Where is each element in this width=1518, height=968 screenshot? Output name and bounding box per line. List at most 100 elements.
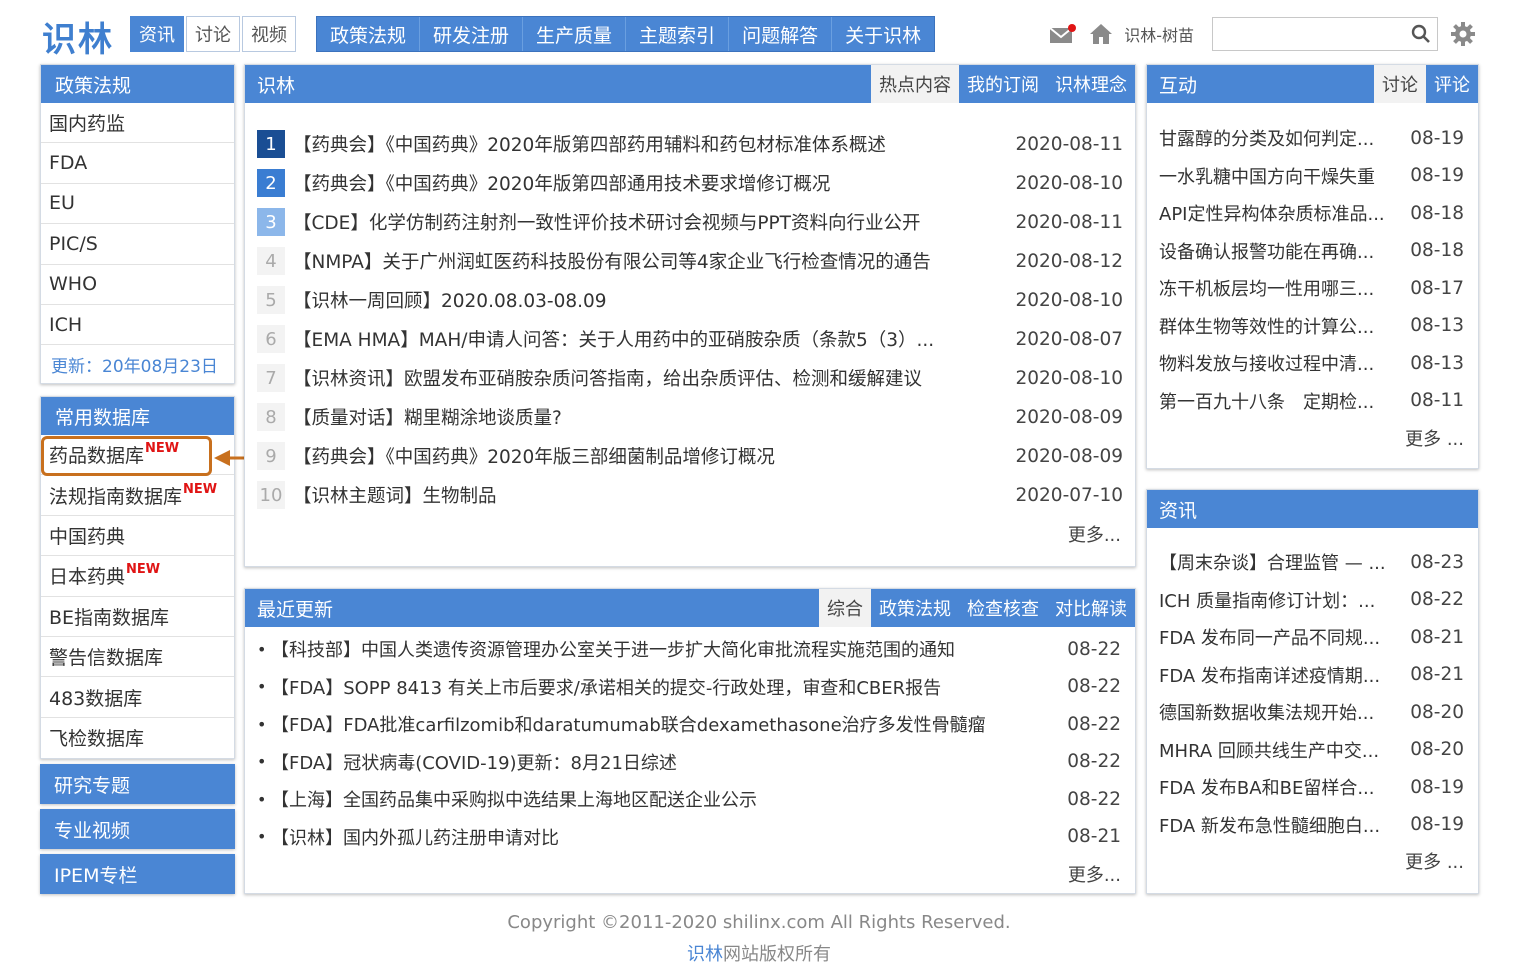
- news-more-link[interactable]: 更多...: [1068, 521, 1121, 547]
- tab-comparison[interactable]: 对比解读: [1047, 589, 1135, 627]
- update-item[interactable]: • 【上海】全国药品集中采购拟中选结果上海地区配送企业公示 08-22: [257, 784, 1121, 814]
- news-item[interactable]: 4 【NMPA】关于广州润虹医药科技股份有限公司等4家企业飞行检查情况的通告 2…: [257, 246, 1123, 276]
- mail-icon[interactable]: [1048, 19, 1078, 49]
- news-title[interactable]: 【药典会】《中国药典》2020年版第四部通用技术要求增修订概况: [293, 170, 1011, 196]
- interaction-title[interactable]: API定性异构体杂质标准品...: [1159, 200, 1406, 226]
- interaction-item[interactable]: 冻干机板层均一性用哪三... 08-17: [1159, 273, 1464, 303]
- tab-subscription[interactable]: 我的订阅: [959, 65, 1047, 103]
- info-item[interactable]: 德国新数据收集法规开始... 08-20: [1159, 697, 1464, 727]
- news-title[interactable]: 【NMPA】关于广州润虹医药科技股份有限公司等4家企业飞行检查情况的通告: [293, 248, 1011, 274]
- interaction-title[interactable]: 冻干机板层均一性用哪三...: [1159, 275, 1406, 301]
- update-item[interactable]: • 【FDA】SOPP 8413 有关上市后要求/承诺相关的提交-行政处理，审查…: [257, 672, 1121, 702]
- sidebar-item-483-db[interactable]: 483数据库: [41, 677, 234, 718]
- sidebar-item-be-db[interactable]: BE指南数据库: [41, 597, 234, 637]
- top-tab-discussion[interactable]: 讨论: [186, 16, 240, 52]
- news-title[interactable]: 【识林资讯】欧盟发布亚硝胺杂质问答指南，给出杂质评估、检测和缓解建议: [293, 365, 1011, 391]
- update-item[interactable]: • 【识林】国内外孤儿药注册申请对比 08-21: [257, 822, 1121, 852]
- info-item[interactable]: 【周末杂谈】合理监管 — ... 08-23: [1159, 547, 1464, 577]
- tab-philosophy[interactable]: 识林理念: [1047, 65, 1135, 103]
- interaction-item[interactable]: 一水乳糖中国方向干燥失重 08-19: [1159, 161, 1464, 191]
- news-title[interactable]: 【药典会】《中国药典》2020年版三部细菌制品增修订概况: [293, 443, 1011, 469]
- interaction-item[interactable]: 设备确认报警功能在再确... 08-18: [1159, 236, 1464, 266]
- nav-rd-registration[interactable]: 研发注册: [420, 17, 524, 51]
- interaction-item[interactable]: 甘露醇的分类及如何判定... 08-19: [1159, 123, 1464, 153]
- top-tab-video[interactable]: 视频: [242, 16, 296, 52]
- sidebar-item-pics[interactable]: PIC/S: [41, 224, 234, 265]
- info-item[interactable]: FDA 发布指南详述疫情期... 08-21: [1159, 660, 1464, 690]
- news-item[interactable]: 8 【质量对话】糊里糊涂地谈质量? 2020-08-09: [257, 402, 1123, 432]
- sidebar-item-warning-letter-db[interactable]: 警告信数据库: [41, 637, 234, 678]
- news-title[interactable]: 【药典会】《中国药典》2020年版第四部药用辅料和药包材标准体系概述: [293, 131, 1011, 157]
- update-title[interactable]: 【FDA】SOPP 8413 有关上市后要求/承诺相关的提交-行政处理，审查和C…: [271, 674, 1059, 700]
- sidebar-item-guideline-db[interactable]: 法规指南数据库 NEW: [41, 475, 234, 516]
- info-title[interactable]: FDA 发布同一产品不同规...: [1159, 624, 1406, 650]
- nav-policy[interactable]: 政策法规: [317, 17, 421, 51]
- news-item[interactable]: 7 【识林资讯】欧盟发布亚硝胺杂质问答指南，给出杂质评估、检测和缓解建议 202…: [257, 363, 1123, 393]
- tab-discussion[interactable]: 讨论: [1374, 65, 1426, 103]
- tab-hot[interactable]: 热点内容: [871, 65, 959, 103]
- interaction-title[interactable]: 群体生物等效性的计算公...: [1159, 313, 1406, 339]
- tab-comment[interactable]: 评论: [1426, 65, 1478, 103]
- info-title[interactable]: MHRA 回顾共线生产中交...: [1159, 737, 1406, 763]
- sidebar-database-title[interactable]: 常用数据库: [41, 397, 234, 435]
- sidebar-item-inspection-db[interactable]: 飞检数据库: [41, 718, 234, 758]
- interaction-title[interactable]: 甘露醇的分类及如何判定...: [1159, 125, 1406, 151]
- info-title[interactable]: FDA 发布BA和BE留样合...: [1159, 774, 1406, 800]
- news-title[interactable]: 【质量对话】糊里糊涂地谈质量?: [293, 404, 1011, 430]
- info-item[interactable]: FDA 发布同一产品不同规... 08-21: [1159, 622, 1464, 652]
- info-title[interactable]: FDA 新发布急性髓细胞白...: [1159, 812, 1406, 838]
- interaction-item[interactable]: 物料发放与接收过程中清... 08-13: [1159, 348, 1464, 378]
- news-title[interactable]: 【CDE】化学仿制药注射剂一致性评价技术研讨会视频与PPT资料向行业公开: [293, 209, 1011, 235]
- home-icon[interactable]: [1086, 19, 1116, 49]
- update-item[interactable]: • 【科技部】中国人类遗传资源管理办公室关于进一步扩大简化审批流程实施范围的通知…: [257, 634, 1121, 664]
- interaction-title[interactable]: 一水乳糖中国方向干燥失重: [1159, 163, 1406, 189]
- info-title[interactable]: 德国新数据收集法规开始...: [1159, 699, 1406, 725]
- info-item[interactable]: FDA 新发布急性髓细胞白... 08-19: [1159, 810, 1464, 840]
- nav-qa[interactable]: 问题解答: [729, 17, 833, 51]
- info-item[interactable]: MHRA 回顾共线生产中交... 08-20: [1159, 735, 1464, 765]
- sidebar-policy-title[interactable]: 政策法规: [41, 65, 234, 103]
- nav-about[interactable]: 关于识林: [832, 17, 934, 51]
- tab-all[interactable]: 综合: [819, 589, 871, 627]
- sidebar-item-jp[interactable]: 日本药典 NEW: [41, 556, 234, 597]
- updates-more-link[interactable]: 更多...: [1068, 861, 1121, 887]
- footer-brand-link[interactable]: 识林: [687, 944, 723, 965]
- info-title[interactable]: FDA 发布指南详述疫情期...: [1159, 662, 1406, 688]
- news-item[interactable]: 6 【EMA HMA】MAH/申请人问答：关于人用药中的亚硝胺杂质（条款5（3）…: [257, 324, 1123, 354]
- interaction-item[interactable]: API定性异构体杂质标准品... 08-18: [1159, 198, 1464, 228]
- interaction-title[interactable]: 第一百九十八条 定期检...: [1159, 388, 1406, 414]
- sidebar-item-domestic[interactable]: 国内药监: [41, 103, 234, 144]
- site-logo[interactable]: 识林: [42, 12, 114, 61]
- info-title[interactable]: 【周末杂谈】合理监管 — ...: [1159, 549, 1406, 575]
- news-item[interactable]: 1 【药典会】《中国药典》2020年版第四部药用辅料和药包材标准体系概述 202…: [257, 129, 1123, 159]
- info-title[interactable]: ICH 质量指南修订计划：...: [1159, 587, 1406, 613]
- search-input[interactable]: [1213, 18, 1403, 50]
- info-more-link[interactable]: 更多 ...: [1405, 848, 1464, 874]
- sidebar-item-fda[interactable]: FDA: [41, 143, 234, 184]
- interaction-item[interactable]: 群体生物等效性的计算公... 08-13: [1159, 311, 1464, 341]
- sidebar-item-drug-db[interactable]: 药品数据库 NEW: [41, 435, 234, 476]
- sidebar-pro-video[interactable]: 专业视频: [40, 809, 235, 849]
- user-name-link[interactable]: 识林-树苗: [1124, 22, 1194, 46]
- news-item[interactable]: 10 【识林主题词】生物制品 2020-07-10: [257, 480, 1123, 510]
- update-title[interactable]: 【识林】国内外孤儿药注册申请对比: [271, 824, 1059, 850]
- news-item[interactable]: 3 【CDE】化学仿制药注射剂一致性评价技术研讨会视频与PPT资料向行业公开 2…: [257, 207, 1123, 237]
- update-title[interactable]: 【科技部】中国人类遗传资源管理办公室关于进一步扩大简化审批流程实施范围的通知: [271, 636, 1059, 662]
- gear-icon[interactable]: [1448, 19, 1478, 49]
- sidebar-item-chp[interactable]: 中国药典: [41, 516, 234, 557]
- info-item[interactable]: ICH 质量指南修订计划：... 08-22: [1159, 585, 1464, 615]
- top-tab-news[interactable]: 资讯: [130, 16, 184, 52]
- sidebar-research-topics[interactable]: 研究专题: [40, 764, 235, 804]
- sidebar-item-who[interactable]: WHO: [41, 265, 234, 305]
- news-title[interactable]: 【EMA HMA】MAH/申请人问答：关于人用药中的亚硝胺杂质（条款5（3）..…: [293, 326, 1011, 352]
- update-item[interactable]: • 【FDA】冠状病毒(COVID-19)更新：8月21日综述 08-22: [257, 747, 1121, 777]
- info-item[interactable]: FDA 发布BA和BE留样合... 08-19: [1159, 772, 1464, 802]
- tab-inspection[interactable]: 检查核查: [959, 589, 1047, 627]
- interaction-more-link[interactable]: 更多 ...: [1405, 425, 1464, 451]
- sidebar-item-ich[interactable]: ICH: [41, 305, 234, 346]
- news-item[interactable]: 5 【识林一周回顾】2020.08.03-08.09 2020-08-10: [257, 285, 1123, 315]
- news-item[interactable]: 2 【药典会】《中国药典》2020年版第四部通用技术要求增修订概况 2020-0…: [257, 168, 1123, 198]
- news-title[interactable]: 【识林一周回顾】2020.08.03-08.09: [293, 287, 1011, 313]
- update-title[interactable]: 【FDA】冠状病毒(COVID-19)更新：8月21日综述: [271, 749, 1059, 775]
- update-title[interactable]: 【上海】全国药品集中采购拟中选结果上海地区配送企业公示: [271, 786, 1059, 812]
